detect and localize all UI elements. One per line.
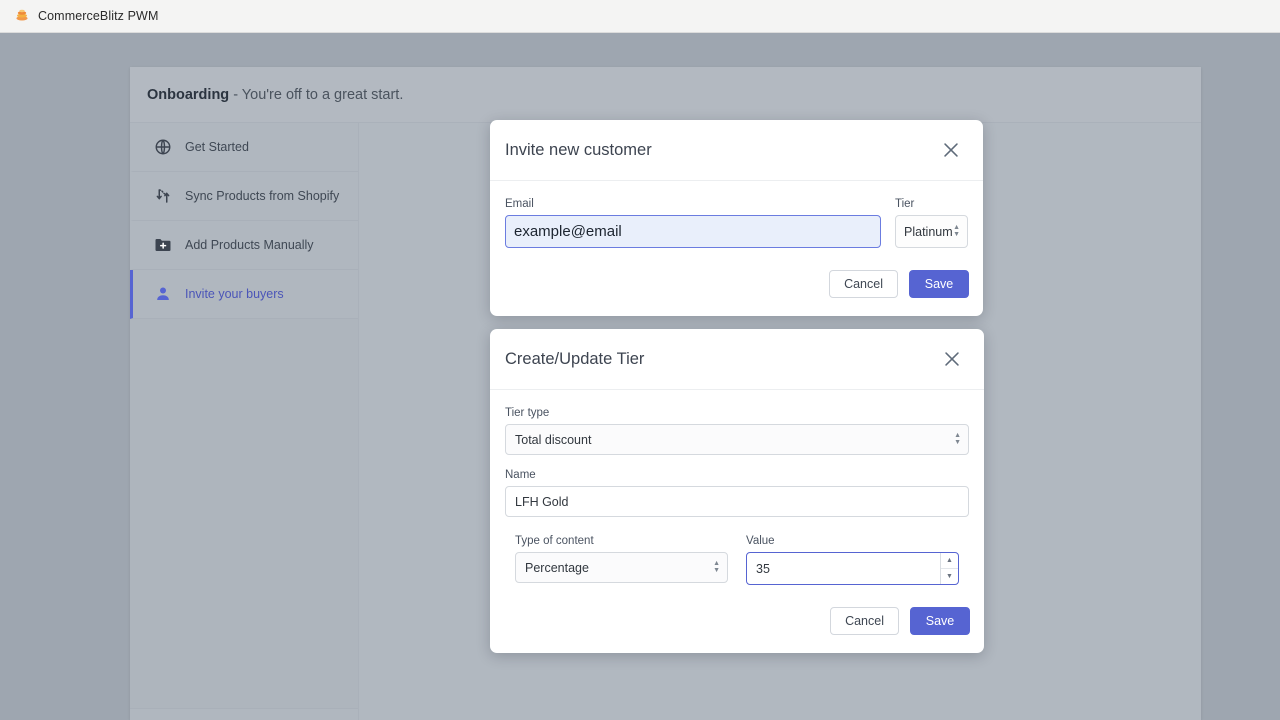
email-label: Email: [505, 198, 534, 210]
tier-type-field-group: Tier type Total discount ▲ ▼: [505, 407, 969, 455]
sidebar-item-add-products[interactable]: Add Products Manually: [130, 221, 358, 270]
tier-label: Tier: [895, 198, 915, 210]
name-label: Name: [505, 469, 536, 481]
sidebar-item-get-started[interactable]: Get Started: [130, 123, 358, 172]
browser-tab-bar: CommerceBlitz PWM: [0, 0, 1280, 33]
quantity-stepper[interactable]: ▲ ▼: [940, 553, 958, 584]
browser-tab-title: CommerceBlitz PWM: [38, 9, 159, 23]
sidebar-empty-area: [130, 319, 358, 709]
page-title: Onboarding - You're off to a great start…: [147, 87, 403, 103]
content-type-label: Type of content: [515, 535, 594, 547]
cancel-button[interactable]: Cancel: [830, 607, 899, 635]
tier-type-label: Tier type: [505, 407, 550, 419]
stepper-down-icon[interactable]: ▼: [941, 569, 958, 584]
dialog-header: Invite new customer: [490, 120, 983, 181]
sidebar-item-label: Get Started: [185, 140, 249, 154]
invite-new-customer-dialog: Invite new customer Email example@email …: [490, 120, 983, 316]
name-field-group: Name LFH Gold: [505, 469, 969, 517]
commerceblitz-logo-icon: [14, 8, 30, 24]
page-title-subtitle: - You're off to a great start.: [233, 86, 404, 103]
person-icon: [154, 285, 172, 303]
sidebar-item-sync-products[interactable]: Sync Products from Shopify: [130, 172, 358, 221]
email-field-group: Email example@email: [505, 198, 881, 248]
content-value-row: Type of content Percentage ▲ ▼ Value 35 ▲…: [505, 535, 969, 585]
tier-type-value: Total discount: [515, 432, 592, 447]
sidebar-item-invite-buyers[interactable]: Invite your buyers: [130, 270, 358, 319]
stepper-up-icon[interactable]: ▲: [941, 553, 958, 569]
value-number-input-wrapper: 35 ▲ ▼: [746, 552, 959, 585]
sidebar-item-label: Invite your buyers: [185, 287, 284, 301]
sidebar-item-label: Add Products Manually: [185, 238, 314, 252]
dialog-body: Email example@email Tier Platinum ▲ ▼: [490, 181, 983, 248]
save-button[interactable]: Save: [910, 607, 970, 635]
chevron-updown-icon: ▲ ▼: [713, 560, 720, 574]
page-viewport: Onboarding - You're off to a great start…: [0, 33, 1280, 720]
page-title-main: Onboarding: [147, 86, 230, 103]
tier-type-select[interactable]: Total discount ▲ ▼: [505, 424, 969, 455]
close-icon[interactable]: [940, 139, 962, 161]
chevron-updown-icon: ▲ ▼: [954, 432, 961, 446]
content-type-field-group: Type of content Percentage ▲ ▼: [515, 535, 728, 585]
value-input[interactable]: 35: [747, 553, 940, 584]
close-icon[interactable]: [941, 348, 963, 370]
sync-arrows-icon: [154, 187, 172, 205]
sidebar-item-label: Sync Products from Shopify: [185, 189, 340, 203]
content-type-select[interactable]: Percentage ▲ ▼: [515, 552, 728, 583]
app-header: Onboarding - You're off to a great start…: [130, 67, 1201, 123]
value-field-group: Value 35 ▲ ▼: [746, 535, 959, 585]
dialog-body: Tier type Total discount ▲ ▼ Name LFH Gol…: [490, 390, 984, 585]
browser-tab[interactable]: CommerceBlitz PWM: [0, 0, 172, 33]
save-button[interactable]: Save: [909, 270, 969, 298]
name-input[interactable]: LFH Gold: [505, 486, 969, 517]
chevron-updown-icon: ▲ ▼: [953, 224, 960, 238]
content-type-value: Percentage: [525, 560, 589, 575]
folder-plus-icon: [154, 236, 172, 254]
email-input[interactable]: example@email: [505, 215, 881, 248]
dialog-title: Invite new customer: [505, 140, 652, 159]
dialog-header: Create/Update Tier: [490, 329, 984, 390]
tier-select[interactable]: Platinum ▲ ▼: [895, 215, 968, 248]
dialog-footer: Cancel Save: [490, 585, 984, 653]
invite-fields-row: Email example@email Tier Platinum ▲ ▼: [505, 198, 968, 248]
create-update-tier-dialog: Create/Update Tier Tier type Total disco…: [490, 329, 984, 653]
tier-select-value: Platinum: [904, 224, 953, 239]
dialog-footer: Cancel Save: [490, 248, 983, 316]
value-label: Value: [746, 535, 775, 547]
dialog-title: Create/Update Tier: [505, 349, 645, 368]
sidebar: Get Started Sync Products from Shopify A…: [130, 123, 359, 720]
cancel-button[interactable]: Cancel: [829, 270, 898, 298]
globe-icon: [154, 138, 172, 156]
tier-field-group: Tier Platinum ▲ ▼: [895, 198, 968, 248]
